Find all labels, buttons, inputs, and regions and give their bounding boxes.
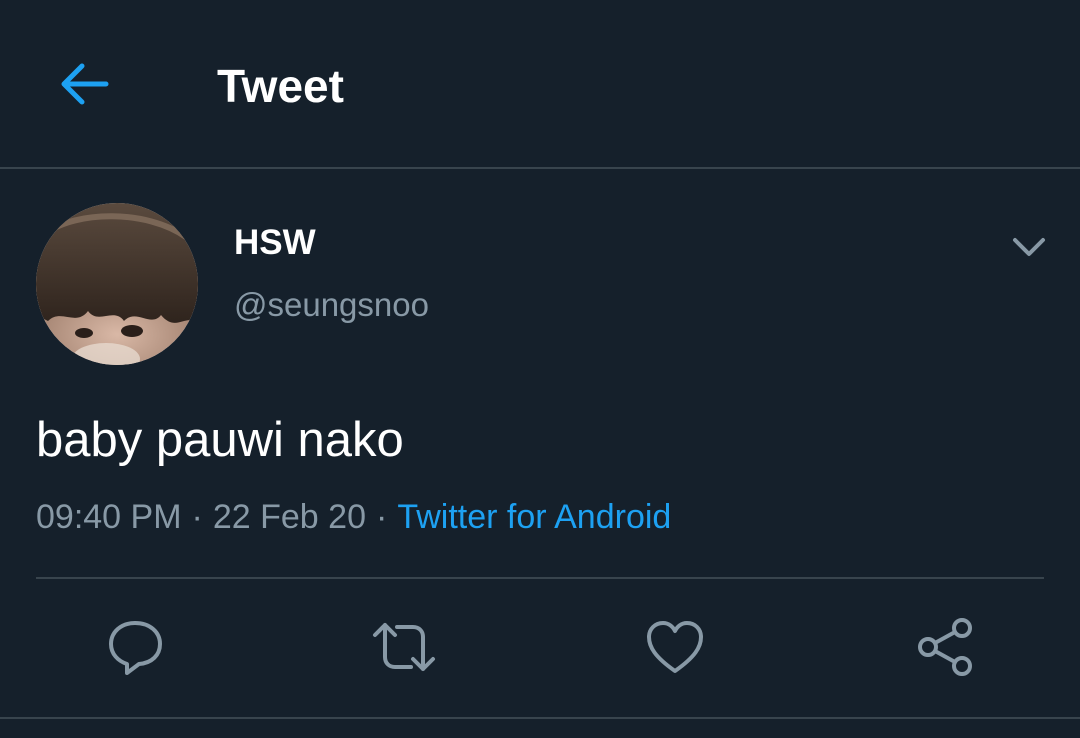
separator-dot: · bbox=[191, 498, 203, 536]
reply-button[interactable] bbox=[102, 614, 168, 680]
retweet-button[interactable] bbox=[371, 614, 437, 680]
separator-dot: · bbox=[375, 498, 388, 536]
back-button[interactable] bbox=[48, 48, 120, 120]
divider bbox=[36, 577, 1044, 579]
retweet-icon bbox=[373, 623, 435, 671]
like-button[interactable] bbox=[642, 614, 708, 680]
tweet-metadata: 09:40 PM · 22 Feb 20 · Twitter for Android bbox=[36, 496, 671, 538]
arrow-left-icon bbox=[61, 63, 109, 105]
like-icon bbox=[647, 621, 703, 673]
tweet-detail-screen: Tweet HSW @seungsnoo baby pauwi nako 09:… bbox=[0, 0, 1080, 738]
tweet-text: baby pauwi nako bbox=[36, 413, 404, 467]
divider bbox=[0, 717, 1080, 719]
more-options-button[interactable] bbox=[1004, 224, 1054, 270]
share-icon bbox=[918, 618, 972, 676]
page-title: Tweet bbox=[217, 60, 344, 112]
top-app-bar: Tweet bbox=[0, 0, 1080, 169]
author-display-name[interactable]: HSW bbox=[234, 223, 316, 263]
reply-icon bbox=[109, 621, 162, 675]
author-handle[interactable]: @seungsnoo bbox=[234, 285, 429, 325]
avatar[interactable] bbox=[36, 203, 198, 365]
tweet-date: 22 Feb 20 bbox=[212, 498, 366, 536]
share-button[interactable] bbox=[912, 614, 978, 680]
tweet-time: 09:40 PM bbox=[36, 498, 182, 536]
chevron-down-icon bbox=[1013, 238, 1045, 256]
avatar-photo bbox=[36, 203, 198, 365]
tweet-source-link[interactable]: Twitter for Android bbox=[397, 498, 671, 536]
